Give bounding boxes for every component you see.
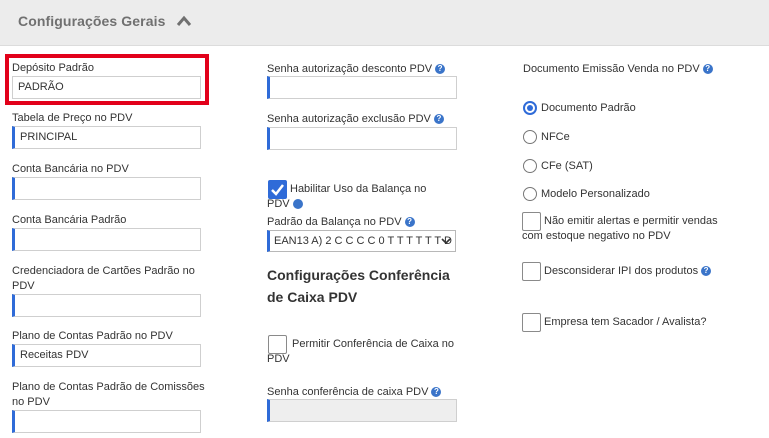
help-icon[interactable]: ?: [701, 266, 712, 277]
help-icon[interactable]: ?: [404, 217, 415, 228]
deposito-label: Depósito Padrão: [12, 62, 94, 74]
senha-exclusao-input[interactable]: [267, 127, 457, 150]
balanca-label: Habilitar Uso da Balança no PDV?: [267, 183, 427, 210]
section-header[interactable]: Configurações Gerais: [0, 0, 769, 46]
senha-conferencia-label: Senha conferência de caixa PDV?: [267, 385, 442, 400]
senha-conferencia-input[interactable]: [267, 399, 457, 422]
radio-nfce[interactable]: [523, 130, 537, 144]
radio-cfe-sat[interactable]: [523, 159, 537, 173]
padrao-balanca-label: Padrão da Balança no PDV?: [267, 215, 415, 230]
senha-exclusao-label: Senha autorização exclusão PDV?: [267, 112, 444, 127]
section-title: Configurações Gerais: [18, 13, 166, 29]
plano-contas-label: Plano de Contas Padrão no PDV: [12, 330, 173, 342]
documento-label: Documento Emissão Venda no PDV?: [523, 62, 713, 77]
padrao-balanca-value: EAN13 A) 2 C C C C 0 T T T T T T D: [274, 235, 452, 247]
plano-comissoes-input[interactable]: [12, 410, 201, 433]
conta-padrao-label: Conta Bancária Padrão: [12, 214, 127, 226]
permitir-conferencia-label: Permitir Conferência de Caixa no PDV: [267, 338, 455, 365]
chevron-up-icon[interactable]: [176, 14, 192, 28]
radio-nfce-label: NFCe: [541, 131, 570, 143]
help-icon[interactable]: ?: [433, 114, 444, 125]
credenciadora-input[interactable]: [12, 294, 201, 317]
conta-pdv-label: Conta Bancária no PDV: [12, 163, 129, 175]
help-icon[interactable]: ?: [435, 64, 446, 75]
senha-desconto-input[interactable]: [267, 76, 457, 99]
radio-documento-padrao[interactable]: [523, 101, 537, 115]
radio-documento-padrao-label: Documento Padrão: [541, 102, 636, 114]
plano-contas-input[interactable]: Receitas PDV: [12, 344, 201, 367]
help-icon[interactable]: ?: [292, 199, 321, 210]
tabela-label: Tabela de Preço no PDV: [12, 112, 133, 124]
sacador-checkbox[interactable]: [522, 313, 541, 332]
help-icon[interactable]: ?: [431, 387, 442, 398]
padrao-balanca-select[interactable]: EAN13 A) 2 C C C C 0 T T T T T T D: [267, 230, 456, 252]
nao-emitir-label: Não emitir alertas e permitir vendas com…: [522, 215, 718, 242]
chevron-down-icon: [441, 238, 451, 245]
conta-pdv-input[interactable]: [12, 177, 201, 200]
senha-desconto-label: Senha autorização desconto PDV?: [267, 62, 446, 77]
help-icon[interactable]: ?: [702, 64, 713, 75]
conferencia-section-title: Configurações Conferência de Caixa PDV: [267, 267, 450, 305]
credenciadora-label: Credenciadora de Cartões Padrão no PDV: [12, 265, 195, 292]
radio-cfe-sat-label: CFe (SAT): [541, 160, 593, 172]
desconsiderar-ipi-checkbox[interactable]: [522, 262, 541, 281]
radio-modelo-personalizado[interactable]: [523, 187, 537, 201]
radio-modelo-personalizado-label: Modelo Personalizado: [541, 188, 650, 200]
deposito-input[interactable]: PADRÃO: [12, 76, 201, 99]
tabela-input[interactable]: PRINCIPAL: [12, 126, 201, 149]
plano-comissoes-label: Plano de Contas Padrão de Comissões no P…: [12, 381, 205, 408]
sacador-label: Empresa tem Sacador / Avalista?: [544, 316, 707, 328]
desconsiderar-ipi-label: Desconsiderar IPI dos produtos?: [544, 264, 712, 279]
conta-padrao-input[interactable]: [12, 228, 201, 251]
